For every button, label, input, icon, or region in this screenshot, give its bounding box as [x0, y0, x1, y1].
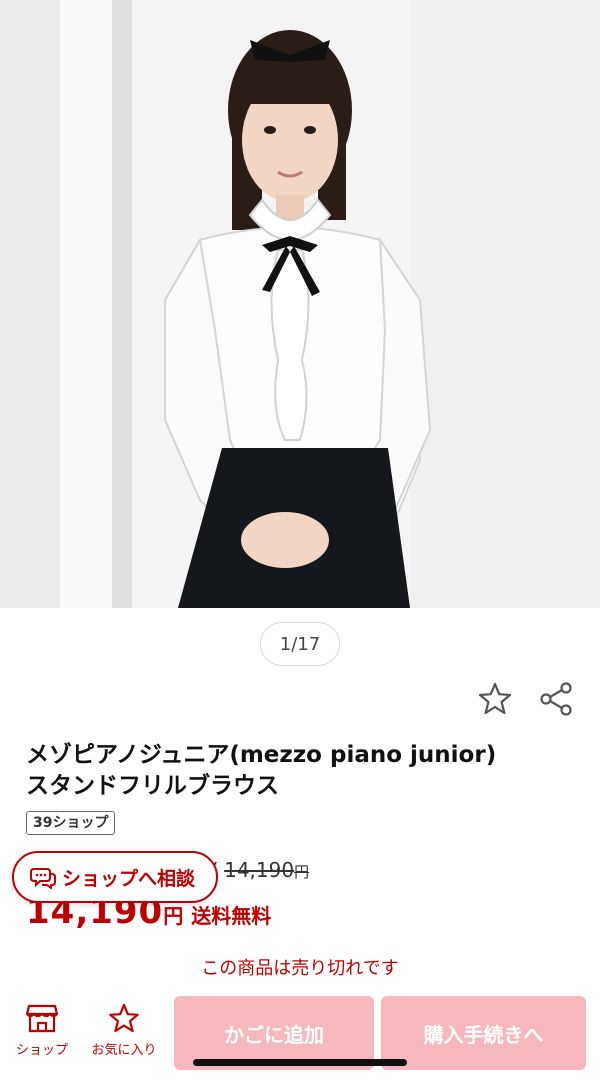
shop-badge: 39ショップ — [26, 811, 116, 835]
shop-icon — [26, 1004, 58, 1032]
regular-price-value: 14,190 — [224, 858, 295, 882]
favorite-button-label: お気に入り — [91, 1042, 157, 1058]
chat-bubble-icon — [30, 868, 56, 889]
consult-shop-label: ショップへ相談 — [62, 867, 196, 890]
home-indicator — [193, 1059, 407, 1066]
product-title-line2: スタンドフリルブラウス — [26, 773, 279, 799]
regular-price: ¥ 14,190円 — [205, 858, 309, 882]
consult-shop-button[interactable]: ショップへ相談 — [12, 851, 218, 903]
product-image[interactable] — [0, 0, 600, 608]
favorite-button[interactable]: お気に入り — [84, 990, 164, 1070]
share-icon[interactable] — [538, 680, 576, 718]
bottom-action-bar: ショップ お気に入り かごに追加 購入手続きへ — [0, 990, 600, 1080]
product-photo-illustration — [0, 0, 600, 608]
sold-out-notice: この商品は売り切れです — [201, 958, 399, 979]
regular-price-unit: 円 — [294, 863, 310, 881]
checkout-button[interactable]: 購入手続きへ — [381, 996, 586, 1070]
shipping-label: 送料無料 — [191, 904, 272, 928]
shop-button[interactable]: ショップ — [2, 990, 82, 1070]
product-title: メゾピアノジュニア(mezzo piano junior) スタンドフリルブラウ… — [26, 740, 586, 802]
shop-button-label: ショップ — [15, 1042, 68, 1058]
image-counter: 1/17 — [260, 622, 340, 666]
sale-price-unit: 円 — [163, 904, 184, 928]
star-outline-icon[interactable] — [476, 680, 514, 718]
product-title-line1: メゾピアノジュニア(mezzo piano junior) — [26, 742, 497, 768]
star-icon — [109, 1003, 139, 1032]
